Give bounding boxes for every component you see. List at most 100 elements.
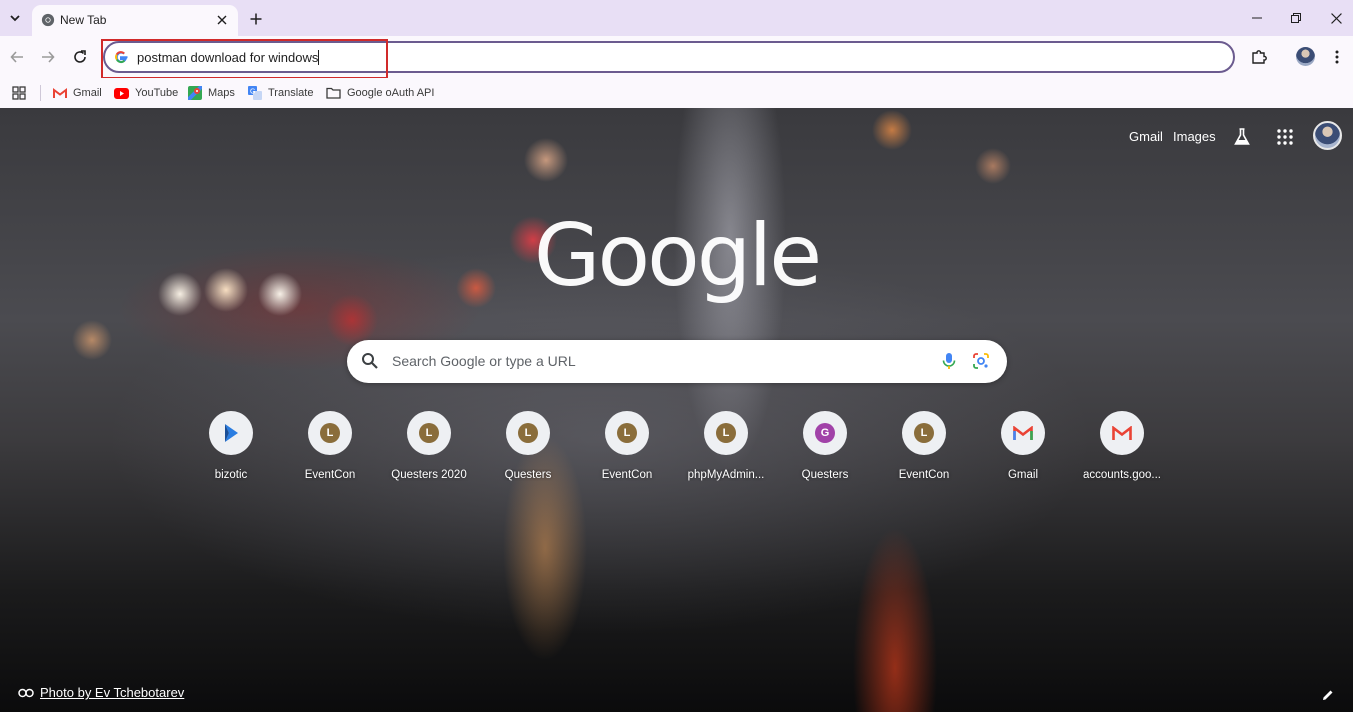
gmail-link[interactable]: Gmail	[1129, 129, 1163, 144]
bookmarks-bar: Gmail YouTube Maps G Translate Google oA…	[0, 78, 1353, 108]
youtube-icon	[114, 87, 129, 99]
toolbar: postman download for windows	[0, 36, 1353, 78]
shortcut-tile[interactable]: L Questers	[478, 411, 578, 491]
extensions-button[interactable]	[1248, 46, 1270, 68]
account-avatar[interactable]	[1313, 121, 1342, 150]
forward-button[interactable]	[37, 46, 59, 68]
folder-icon	[326, 87, 341, 99]
shortcut-label: Questers	[801, 469, 849, 481]
minimize-button[interactable]	[1247, 9, 1267, 27]
bookmark-label: Translate	[268, 87, 314, 99]
tab-new-tab[interactable]: New Tab	[32, 5, 238, 36]
customize-chrome-button[interactable]	[1319, 686, 1337, 704]
chrome-menu-button[interactable]	[1326, 46, 1348, 68]
letter-icon: L	[914, 423, 934, 443]
more-vert-icon	[1335, 50, 1339, 64]
photo-attribution-link[interactable]: Photo by Ev Tchebotarev	[18, 685, 184, 700]
shortcut-label: Gmail	[1007, 469, 1039, 481]
google-logo: Google	[533, 206, 822, 306]
bookmark-label: Gmail	[73, 87, 102, 99]
profile-avatar[interactable]	[1296, 47, 1315, 66]
close-icon	[1330, 12, 1342, 24]
close-icon	[217, 15, 227, 25]
shortcut-label: EventCon	[304, 469, 356, 481]
bookmark-label: Google oAuth API	[347, 87, 435, 99]
shortcut-tile[interactable]: G Questers	[775, 411, 875, 491]
address-bar[interactable]: postman download for windows	[103, 41, 1235, 73]
tab-title: New Tab	[60, 13, 107, 27]
restore-icon	[1291, 13, 1301, 23]
maps-icon	[188, 86, 202, 100]
shortcut-tile[interactable]: bizotic	[181, 411, 281, 491]
letter-icon: L	[716, 423, 736, 443]
letter-icon: L	[320, 423, 340, 443]
shortcut-label: Questers	[504, 469, 552, 481]
apps-grid-icon	[12, 86, 26, 100]
attribution-text: Photo by Ev Tchebotarev	[40, 685, 185, 700]
shortcut-label: EventCon	[898, 469, 950, 481]
shortcut-label: phpMyAdmin...	[687, 469, 765, 481]
images-link[interactable]: Images	[1173, 129, 1216, 144]
gmail-icon	[1112, 425, 1132, 440]
shortcut-tile[interactable]: Gmail	[973, 411, 1073, 491]
restore-button[interactable]	[1286, 9, 1306, 27]
reload-button[interactable]	[69, 46, 91, 68]
close-window-button[interactable]	[1326, 9, 1346, 27]
shortcut-tile[interactable]: L EventCon	[874, 411, 974, 491]
labs-button[interactable]	[1231, 126, 1253, 148]
translate-icon: G	[248, 86, 262, 100]
tab-close-button[interactable]	[214, 12, 230, 28]
letter-icon: G	[815, 423, 835, 443]
bookmarks-separator	[40, 85, 41, 101]
google-apps-button[interactable]	[1274, 126, 1296, 148]
letter-icon: L	[518, 423, 538, 443]
google-g-icon	[115, 51, 128, 64]
chevron-down-icon	[10, 15, 20, 22]
new-tab-page: Gmail Images Google Search Google or typ…	[0, 108, 1353, 712]
shortcut-tile[interactable]: L EventCon	[577, 411, 677, 491]
shortcut-label: accounts.goo...	[1083, 469, 1161, 481]
gmail-icon	[53, 87, 67, 98]
plus-icon	[250, 13, 262, 25]
tab-search-button[interactable]	[4, 7, 26, 29]
google-lens-icon[interactable]	[971, 351, 991, 371]
ntp-search-box[interactable]: Search Google or type a URL	[347, 340, 1007, 383]
bookmark-folder-google-oauth-api[interactable]: Google oAuth API	[326, 83, 434, 103]
letter-icon: L	[419, 423, 439, 443]
bookmark-maps[interactable]: Maps	[188, 83, 235, 103]
bookmark-label: Maps	[208, 87, 235, 99]
shortcut-tile[interactable]: L Questers 2020	[379, 411, 479, 491]
bookmark-youtube[interactable]: YouTube	[114, 83, 178, 103]
bookmark-translate[interactable]: G Translate	[248, 83, 313, 103]
address-bar-text: postman download for windows	[137, 50, 319, 65]
search-icon	[362, 353, 378, 369]
arrow-left-icon	[10, 51, 23, 63]
chrome-icon	[41, 13, 55, 27]
shortcut-label: bizotic	[214, 469, 248, 481]
bookmark-gmail[interactable]: Gmail	[53, 83, 102, 103]
bizotic-icon	[225, 424, 238, 442]
shortcut-tile[interactable]: L EventCon	[280, 411, 380, 491]
shortcut-tile[interactable]: L phpMyAdmin...	[676, 411, 776, 491]
arrow-right-icon	[42, 51, 55, 63]
shortcut-label: EventCon	[601, 469, 653, 481]
link-icon	[18, 688, 34, 697]
svg-text:G: G	[250, 89, 255, 96]
search-placeholder: Search Google or type a URL	[392, 353, 576, 369]
flask-icon	[1234, 128, 1250, 145]
puzzle-icon	[1252, 50, 1267, 64]
text-cursor	[318, 50, 320, 65]
shortcut-label: Questers 2020	[391, 469, 467, 481]
gmail-icon	[1013, 425, 1033, 440]
microphone-icon[interactable]	[939, 351, 959, 371]
bookmark-label: YouTube	[135, 87, 179, 99]
pencil-icon	[1323, 690, 1333, 700]
shortcut-tile[interactable]: accounts.goo...	[1072, 411, 1172, 491]
letter-icon: L	[617, 423, 637, 443]
new-tab-button[interactable]	[246, 9, 266, 29]
minimize-icon	[1252, 17, 1262, 19]
apps-button[interactable]	[12, 83, 26, 103]
back-button[interactable]	[6, 46, 28, 68]
tab-strip: New Tab	[0, 0, 1353, 36]
apps-grid-icon	[1277, 129, 1293, 145]
